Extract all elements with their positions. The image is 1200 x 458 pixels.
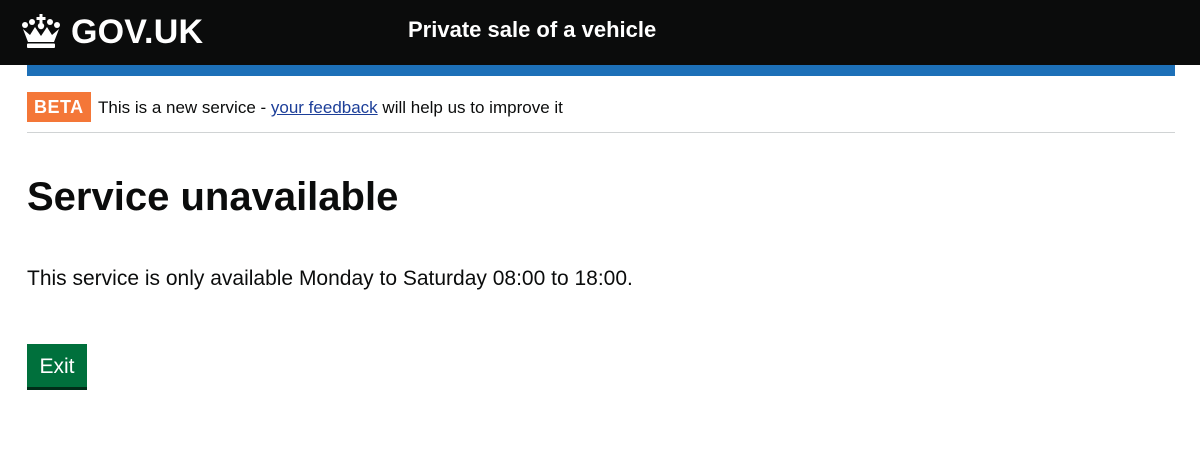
phase-banner-text: This is a new service - your feedback wi… [98,96,563,120]
header-accent-bar [27,65,1175,76]
availability-message: This service is only available Monday to… [27,267,633,290]
beta-tag: BETA [27,92,91,122]
feedback-link[interactable]: your feedback [271,98,378,117]
banner-text-before: This is a new service - [98,98,271,117]
site-header: GOV.UK Private sale of a vehicle [0,0,1200,65]
banner-text-after: will help us to improve it [377,98,563,117]
service-name[interactable]: Private sale of a vehicle [408,16,656,44]
logo-text: GOV.UK [71,13,204,51]
page-title: Service unavailable [27,175,399,219]
govuk-logo-link[interactable]: GOV.UK [20,11,203,53]
phase-banner: BETA This is a new service - your feedba… [27,92,1175,133]
crown-icon [22,14,60,48]
exit-button[interactable]: Exit [27,344,87,390]
